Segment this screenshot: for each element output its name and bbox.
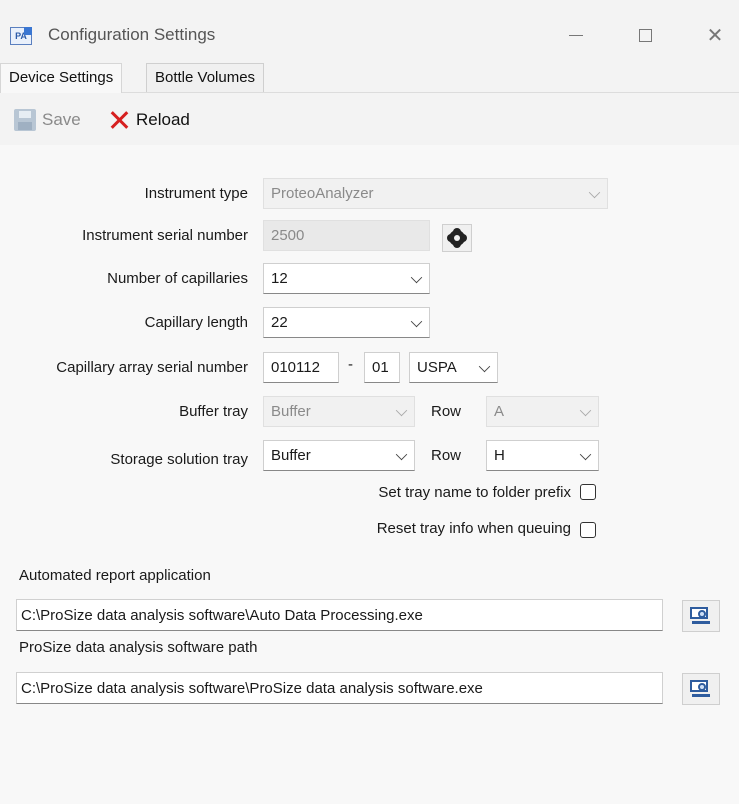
reload-x-icon (108, 109, 130, 131)
capillary-length-label: Capillary length (144, 314, 248, 331)
storage-tray-value: Buffer (271, 447, 311, 464)
browse-icon (690, 607, 712, 625)
buffer-tray-value: Buffer (271, 403, 311, 420)
tab-bottle-volumes[interactable]: Bottle Volumes (146, 63, 265, 92)
buffer-tray-label: Buffer tray (179, 403, 248, 420)
reset-tray-info-label: Reset tray info when queuing (376, 520, 571, 537)
chevron-down-icon (395, 448, 408, 461)
buffer-tray-row-select[interactable]: A (486, 396, 599, 427)
serial-settings-button[interactable] (442, 224, 472, 252)
chevron-down-icon (395, 404, 408, 417)
chevron-down-icon (579, 404, 592, 417)
browse-icon (690, 680, 712, 698)
set-tray-name-label: Set tray name to folder prefix (378, 484, 571, 501)
window-title: Configuration Settings (48, 25, 216, 44)
capillary-serial-part2-input[interactable]: 01 (364, 352, 400, 383)
buffer-tray-row-label: Row (431, 403, 462, 420)
chevron-down-icon (588, 186, 601, 199)
gear-icon (449, 230, 465, 246)
chevron-down-icon (410, 315, 423, 328)
close-icon: ✕ (706, 24, 724, 47)
capillary-serial-part2-value: 01 (372, 359, 389, 376)
storage-tray-row-value: H (494, 447, 505, 464)
num-capillaries-value: 12 (271, 270, 288, 287)
instrument-type-value: ProteoAnalyzer (271, 185, 374, 202)
buffer-tray-select[interactable]: Buffer (263, 396, 415, 427)
chevron-down-icon (579, 448, 592, 461)
chevron-down-icon (410, 271, 423, 284)
toolbar: Save Reload (0, 100, 739, 140)
capillary-serial-part3-select[interactable]: USPA (409, 352, 498, 383)
capillary-length-value: 22 (271, 314, 288, 331)
report-app-path-input[interactable]: C:\ProSize data analysis software\Auto D… (16, 599, 663, 631)
num-capillaries-select[interactable]: 12 (263, 263, 430, 294)
instrument-type-select[interactable]: ProteoAnalyzer (263, 178, 608, 209)
report-app-path-value: C:\ProSize data analysis software\Auto D… (21, 606, 423, 624)
save-label: Save (42, 110, 81, 129)
minimize-icon (569, 34, 583, 36)
instrument-serial-field: 2500 (263, 220, 430, 251)
report-app-label: Automated report application (19, 567, 211, 584)
num-capillaries-label: Number of capillaries (107, 270, 248, 287)
capillary-length-select[interactable]: 22 (263, 307, 430, 338)
minimize-button[interactable] (553, 18, 599, 52)
maximize-icon (638, 28, 652, 42)
storage-tray-select[interactable]: Buffer (263, 440, 415, 471)
app-icon: PA (10, 27, 32, 45)
close-button[interactable]: ✕ (692, 18, 738, 52)
capillary-serial-part1-input[interactable]: 010112 (263, 352, 339, 383)
capillary-array-serial-label: Capillary array serial number (56, 359, 248, 376)
prosize-path-browse-button[interactable] (682, 673, 720, 705)
prosize-path-input[interactable]: C:\ProSize data analysis software\ProSiz… (16, 672, 663, 704)
instrument-serial-label: Instrument serial number (82, 227, 248, 244)
storage-tray-row-label: Row (431, 447, 462, 464)
storage-tray-label: Storage solution tray (110, 451, 248, 468)
reload-label: Reload (136, 110, 190, 129)
save-icon (14, 109, 36, 131)
serial-separator: - (348, 356, 353, 373)
storage-tray-row-select[interactable]: H (486, 440, 599, 471)
buffer-tray-row-value: A (494, 403, 505, 420)
maximize-button[interactable] (622, 18, 668, 52)
save-button[interactable]: Save (14, 100, 81, 140)
prosize-path-label: ProSize data analysis software path (19, 639, 258, 656)
tab-device-settings[interactable]: Device Settings (0, 63, 123, 93)
instrument-type-label: Instrument type (144, 185, 248, 202)
capillary-serial-part1-value: 010112 (271, 359, 320, 376)
title-bar: PA Configuration Settings ✕ (0, 0, 739, 68)
tab-bar: Device Settings Bottle Volumes (0, 63, 739, 93)
capillary-serial-part3-value: USPA (417, 359, 457, 376)
app-icon-text: PA (15, 31, 27, 41)
chevron-down-icon (478, 360, 491, 373)
set-tray-name-checkbox[interactable] (580, 484, 596, 500)
reset-tray-info-checkbox[interactable] (580, 522, 596, 538)
report-app-browse-button[interactable] (682, 600, 720, 632)
reload-button[interactable]: Reload (108, 100, 190, 140)
instrument-serial-value: 2500 (271, 227, 305, 244)
prosize-path-value: C:\ProSize data analysis software\ProSiz… (21, 679, 483, 697)
